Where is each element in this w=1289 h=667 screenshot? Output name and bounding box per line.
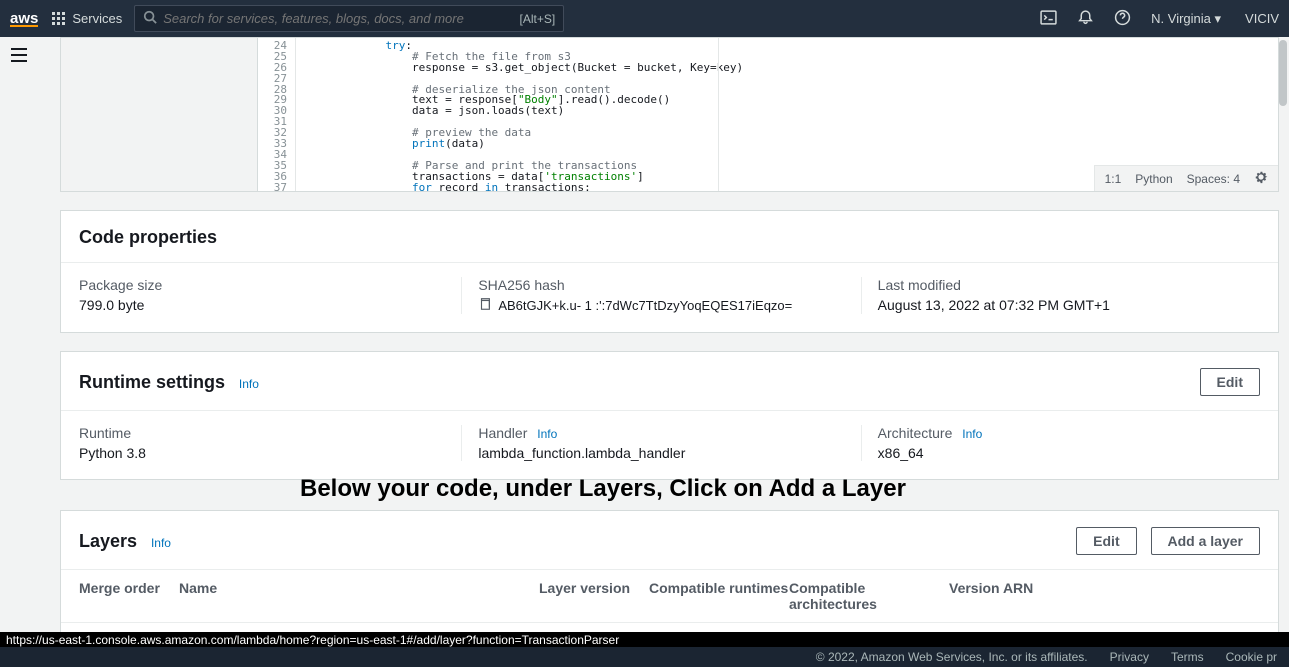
search-input[interactable] [163, 11, 519, 26]
runtime-settings-title: Runtime settings [79, 372, 225, 392]
page-scrollbar[interactable] [1279, 40, 1287, 106]
copy-icon[interactable] [478, 297, 492, 314]
runtime-edit-button[interactable]: Edit [1200, 368, 1260, 396]
footer-privacy-link[interactable]: Privacy [1110, 650, 1149, 664]
services-grid-icon [52, 12, 66, 26]
footer-cookie-link[interactable]: Cookie pr [1226, 650, 1277, 664]
code-text[interactable]: try: # Fetch the file from s3 response =… [296, 38, 743, 191]
architecture-label: Architecture [878, 425, 953, 441]
browser-status-url: https://us-east-1.console.aws.amazon.com… [0, 632, 1289, 647]
last-modified-value: August 13, 2022 at 07:32 PM GMT+1 [878, 297, 1244, 313]
layers-title: Layers [79, 531, 137, 551]
region-selector[interactable]: N. Virginia ▾ [1151, 11, 1221, 27]
col-layer-version: Layer version [539, 580, 649, 612]
layers-table: Merge order Name Layer version Compatibl… [61, 569, 1278, 638]
cloudshell-icon[interactable] [1040, 9, 1057, 29]
runtime-value: Python 3.8 [79, 445, 445, 461]
add-layer-button[interactable]: Add a layer [1151, 527, 1260, 555]
services-label: Services [72, 11, 122, 26]
help-icon[interactable] [1114, 9, 1131, 29]
search-shortcut: [Alt+S] [520, 12, 556, 26]
layers-card: Layers Info Edit Add a layer Merge order… [60, 510, 1279, 638]
handler-value: lambda_function.lambda_handler [478, 445, 844, 461]
file-tree-collapsed[interactable] [61, 38, 258, 191]
package-size-value: 799.0 byte [79, 297, 445, 313]
sidebar-toggle[interactable] [10, 48, 28, 65]
editor-statusbar: 1:1 Python Spaces: 4 [1094, 165, 1278, 191]
tutorial-annotation: Below your code, under Layers, Click on … [300, 475, 906, 503]
runtime-info-link[interactable]: Info [239, 377, 259, 391]
services-menu[interactable]: Services [52, 11, 122, 26]
runtime-label: Runtime [79, 425, 445, 441]
top-nav: aws Services [Alt+S] N. Virginia ▾ VICIV [0, 0, 1289, 37]
console-footer: © 2022, Amazon Web Services, Inc. or its… [0, 647, 1289, 667]
notifications-icon[interactable] [1077, 9, 1094, 29]
package-size-label: Package size [79, 277, 445, 293]
layers-edit-button[interactable]: Edit [1076, 527, 1136, 555]
footer-terms-link[interactable]: Terms [1171, 650, 1204, 664]
code-editor-panel: 2425262728293031323334353637 try: # Fetc… [60, 37, 1279, 192]
cursor-position: 1:1 [1105, 172, 1122, 186]
col-merge-order: Merge order [79, 580, 179, 612]
editor-indent[interactable]: Spaces: 4 [1187, 172, 1240, 186]
layers-table-header: Merge order Name Layer version Compatibl… [61, 569, 1278, 623]
code-editor[interactable]: 2425262728293031323334353637 try: # Fetc… [258, 38, 743, 191]
last-modified-label: Last modified [878, 277, 1244, 293]
editor-language[interactable]: Python [1135, 172, 1172, 186]
col-compatible-runtimes: Compatible runtimes [649, 580, 789, 612]
sha256-label: SHA256 hash [478, 277, 844, 293]
architecture-info-link[interactable]: Info [962, 427, 982, 441]
runtime-settings-card: Runtime settings Info Edit Runtime Pytho… [60, 351, 1279, 480]
gear-icon[interactable] [1254, 170, 1268, 187]
search-icon [143, 10, 157, 27]
account-menu[interactable]: VICIV [1245, 11, 1279, 26]
col-compatible-architectures: Compatible architectures [789, 580, 949, 612]
col-name: Name [179, 580, 539, 612]
line-gutter: 2425262728293031323334353637 [258, 38, 296, 191]
code-properties-card: Code properties Package size 799.0 byte … [60, 210, 1279, 333]
aws-logo[interactable]: aws [10, 10, 52, 27]
layers-info-link[interactable]: Info [151, 536, 171, 550]
page-content: 2425262728293031323334353637 try: # Fetc… [60, 37, 1279, 638]
footer-copyright: © 2022, Amazon Web Services, Inc. or its… [816, 650, 1088, 664]
handler-info-link[interactable]: Info [537, 427, 557, 441]
sha256-value: AB6tGJK+k.u- 1 :':7dWc7TtDzyYoqEQES17iEq… [498, 298, 792, 313]
code-properties-title: Code properties [79, 227, 217, 248]
col-version-arn: Version ARN [949, 580, 1260, 612]
global-search[interactable]: [Alt+S] [134, 5, 564, 32]
handler-label: Handler [478, 425, 527, 441]
architecture-value: x86_64 [878, 445, 1244, 461]
